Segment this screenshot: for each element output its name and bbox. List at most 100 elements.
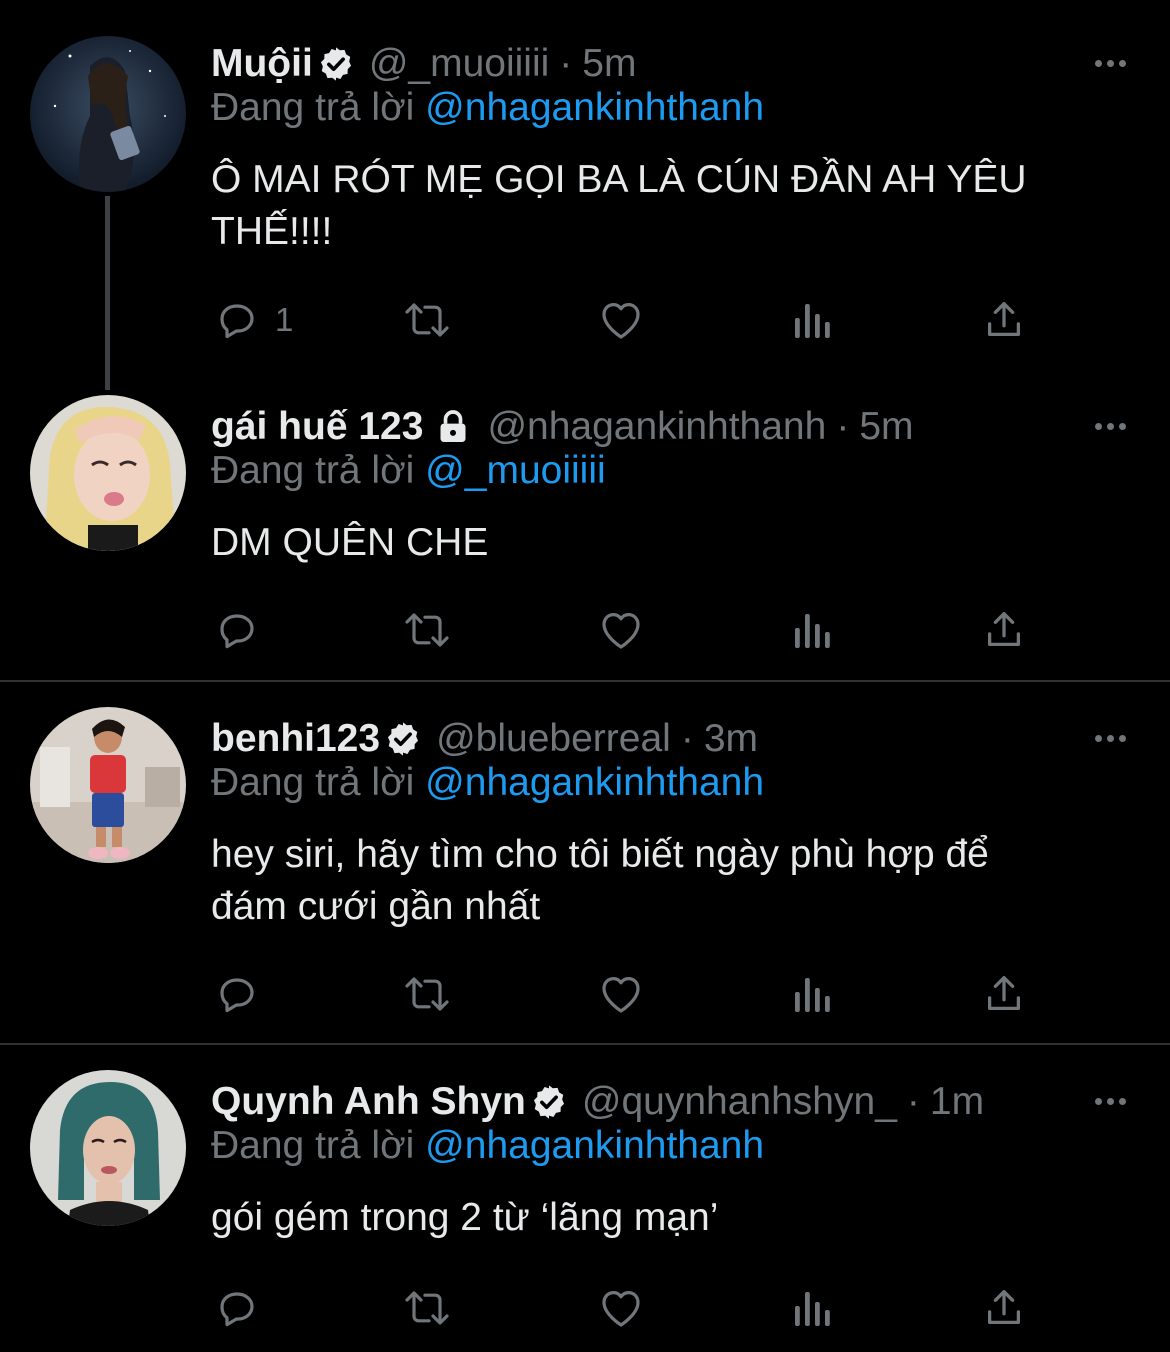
views-button[interactable] bbox=[791, 1283, 835, 1333]
tweet[interactable]: Muộii @_muoiiiii · 5m Đang trả lời @nhag… bbox=[0, 36, 1170, 390]
replying-to: Đang trả lời @_muoiiiii bbox=[211, 449, 606, 493]
verified-badge-icon bbox=[384, 720, 422, 758]
handle[interactable]: @_muoiiiii bbox=[369, 42, 549, 86]
tweet-text: Ô MAI RÓT MẸ GỌI BA LÀ CÚN ĐẦN AH YÊU TH… bbox=[211, 154, 1111, 258]
views-button[interactable] bbox=[791, 969, 835, 1019]
mention-link[interactable]: @nhagankinhthanh bbox=[425, 761, 764, 804]
handle[interactable]: @blueberreal bbox=[436, 717, 671, 761]
reply-button[interactable] bbox=[213, 969, 275, 1019]
mention-link[interactable]: @nhagankinhthanh bbox=[425, 1124, 764, 1167]
share-button[interactable] bbox=[981, 295, 1027, 345]
heart-icon bbox=[602, 977, 640, 1013]
mention-link[interactable]: @_muoiiiii bbox=[425, 449, 605, 492]
tweet-text-line: THẾ!!!! bbox=[211, 210, 333, 253]
heart-icon bbox=[602, 1291, 640, 1327]
action-bar bbox=[211, 969, 1041, 1019]
retweet-button[interactable] bbox=[399, 1283, 455, 1333]
views-button[interactable] bbox=[791, 605, 835, 655]
tweet-header: benhi123 @blueberreal · 3m bbox=[211, 711, 1140, 767]
tweet-text-line: đám cưới gần nhất bbox=[211, 885, 541, 928]
analytics-icon bbox=[795, 1292, 830, 1326]
timestamp[interactable]: 3m bbox=[704, 717, 758, 761]
retweet-button[interactable] bbox=[399, 969, 455, 1019]
reply-button[interactable] bbox=[213, 1283, 275, 1333]
tweet-header: Muộii @_muoiiiii · 5m bbox=[211, 36, 1140, 92]
tweet[interactable]: Quynh Anh Shyn @quynhanhshyn_ · 1m Đang … bbox=[0, 1070, 1170, 1352]
tweet-text-line: DM QUÊN CHE bbox=[211, 521, 489, 564]
share-button[interactable] bbox=[981, 605, 1027, 655]
share-button[interactable] bbox=[981, 1283, 1027, 1333]
tweet-text: gói gém trong 2 từ ‘lãng mạn’ bbox=[211, 1192, 1111, 1244]
timestamp[interactable]: 5m bbox=[582, 42, 636, 86]
more-options-icon[interactable] bbox=[1080, 411, 1140, 441]
reply-icon bbox=[220, 614, 254, 649]
divider bbox=[0, 680, 1170, 682]
more-options-icon[interactable] bbox=[1080, 1086, 1140, 1116]
reply-count: 1 bbox=[275, 301, 294, 338]
share-button[interactable] bbox=[981, 969, 1027, 1019]
verified-badge-icon bbox=[317, 45, 355, 83]
handle[interactable]: @quynhanhshyn_ bbox=[582, 1080, 897, 1124]
replying-prefix: Đang trả lời bbox=[211, 86, 415, 129]
display-name[interactable]: benhi123 bbox=[211, 717, 380, 761]
heart-icon bbox=[602, 303, 640, 339]
avatar[interactable] bbox=[30, 36, 186, 192]
share-icon bbox=[987, 976, 1021, 1011]
more-options-icon[interactable] bbox=[1080, 723, 1140, 753]
avatar-image bbox=[30, 707, 186, 863]
action-bar: 1 bbox=[211, 295, 1041, 345]
verified-badge-icon bbox=[530, 1083, 568, 1121]
analytics-icon bbox=[795, 614, 830, 648]
display-name[interactable]: Muộii bbox=[211, 42, 313, 86]
separator: · bbox=[836, 405, 850, 448]
tweet-text-line: hey siri, hãy tìm cho tôi biết ngày phù … bbox=[211, 833, 989, 876]
separator: · bbox=[906, 1080, 920, 1123]
avatar-image bbox=[30, 1070, 186, 1226]
replying-prefix: Đang trả lời bbox=[211, 1124, 415, 1167]
tweet-text-line: gói gém trong 2 từ ‘lãng mạn’ bbox=[211, 1196, 719, 1239]
analytics-icon bbox=[795, 304, 830, 338]
mention-link[interactable]: @nhagankinhthanh bbox=[425, 86, 764, 129]
avatar[interactable] bbox=[30, 707, 186, 863]
more-options-icon[interactable] bbox=[1080, 48, 1140, 78]
heart-icon bbox=[602, 613, 640, 649]
retweet-icon bbox=[405, 1291, 449, 1325]
like-button[interactable] bbox=[596, 605, 646, 655]
action-bar bbox=[211, 605, 1041, 655]
handle[interactable]: @nhagankinhthanh bbox=[487, 405, 826, 449]
retweet-button[interactable] bbox=[399, 605, 455, 655]
share-icon bbox=[987, 612, 1021, 647]
retweet-button[interactable] bbox=[399, 295, 455, 345]
like-button[interactable] bbox=[596, 1283, 646, 1333]
separator: · bbox=[559, 42, 573, 85]
like-button[interactable] bbox=[596, 295, 646, 345]
share-icon bbox=[987, 1290, 1021, 1325]
analytics-icon bbox=[795, 978, 830, 1012]
replying-prefix: Đang trả lời bbox=[211, 449, 415, 492]
timestamp[interactable]: 5m bbox=[859, 405, 913, 449]
replying-to: Đang trả lời @nhagankinhthanh bbox=[211, 761, 764, 805]
reply-button[interactable] bbox=[213, 605, 275, 655]
display-name[interactable]: Quynh Anh Shyn bbox=[211, 1080, 526, 1124]
replying-to: Đang trả lời @nhagankinhthanh bbox=[211, 86, 764, 130]
avatar-image bbox=[30, 395, 186, 551]
like-button[interactable] bbox=[596, 969, 646, 1019]
timestamp[interactable]: 1m bbox=[930, 1080, 984, 1124]
divider bbox=[0, 1043, 1170, 1045]
share-icon bbox=[987, 302, 1021, 337]
lock-icon bbox=[433, 407, 473, 447]
tweet[interactable]: gái huế 123 @nhagankinhthanh · 5m Đang t… bbox=[0, 395, 1170, 669]
avatar[interactable] bbox=[30, 1070, 186, 1226]
retweet-icon bbox=[405, 977, 449, 1011]
views-button[interactable] bbox=[791, 295, 835, 345]
display-name[interactable]: gái huế 123 bbox=[211, 405, 423, 449]
tweet[interactable]: benhi123 @blueberreal · 3m Đang trả lời … bbox=[0, 707, 1170, 1031]
reply-icon bbox=[220, 304, 254, 339]
reply-button[interactable]: 1 bbox=[213, 295, 293, 345]
replying-prefix: Đang trả lời bbox=[211, 761, 415, 804]
avatar-image bbox=[30, 36, 186, 192]
avatar[interactable] bbox=[30, 395, 186, 551]
thread-line bbox=[105, 196, 110, 390]
tweet-header: Quynh Anh Shyn @quynhanhshyn_ · 1m bbox=[211, 1074, 1140, 1130]
tweet-header: gái huế 123 @nhagankinhthanh · 5m bbox=[211, 399, 1140, 455]
